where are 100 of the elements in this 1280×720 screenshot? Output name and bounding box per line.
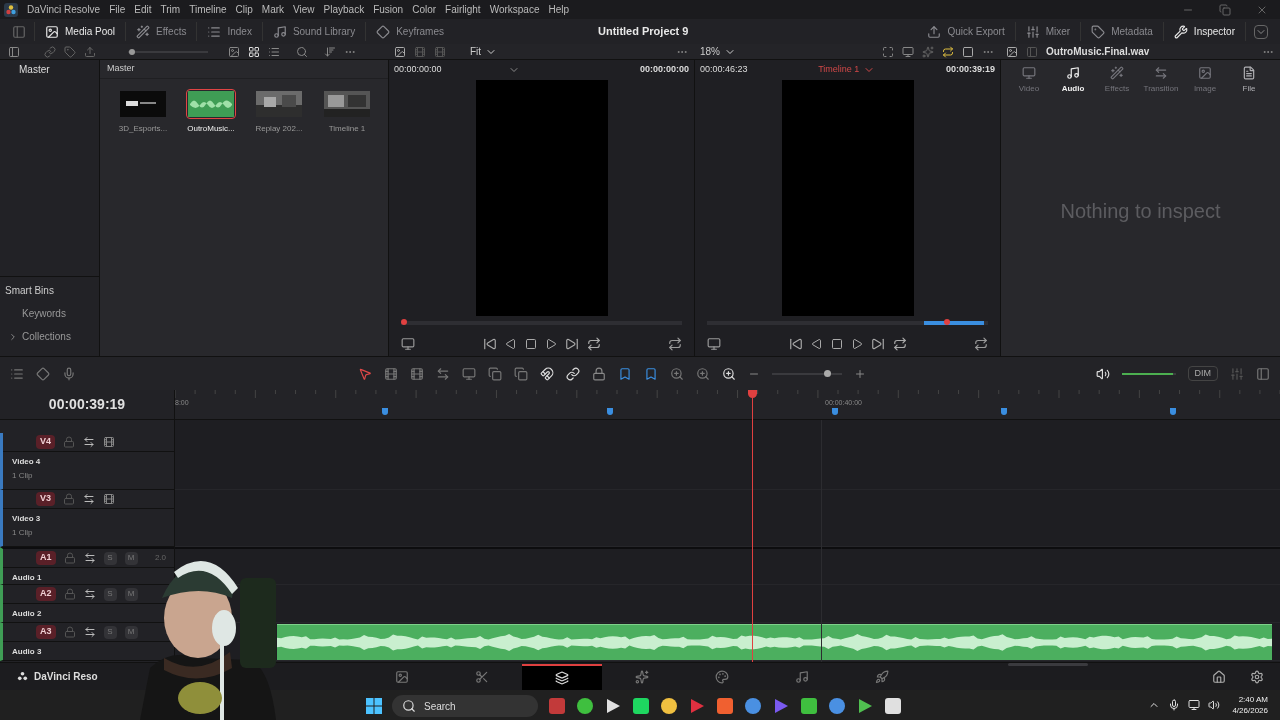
menu-item[interactable]: Fusion bbox=[373, 2, 404, 17]
mic-icon[interactable] bbox=[1168, 699, 1181, 711]
page-tab[interactable] bbox=[522, 663, 602, 690]
skip-back-icon[interactable] bbox=[788, 337, 803, 351]
diamond-icon[interactable] bbox=[36, 366, 50, 381]
taskbar-app-icon[interactable] bbox=[632, 697, 650, 715]
taskbar-app-icon[interactable] bbox=[800, 697, 818, 715]
skip-forward-icon[interactable] bbox=[870, 337, 885, 351]
monitor-icon[interactable] bbox=[401, 337, 415, 351]
panel-icon[interactable] bbox=[1256, 366, 1270, 381]
zoom-dropdown[interactable]: Fit bbox=[470, 44, 498, 59]
panel-icon[interactable] bbox=[8, 45, 20, 58]
dropdown-icon[interactable] bbox=[1254, 24, 1268, 39]
marker-icon[interactable] bbox=[382, 408, 388, 415]
inspector-tab[interactable]: Audio bbox=[1053, 66, 1093, 95]
zoom-dropdown[interactable]: 18% bbox=[700, 44, 736, 59]
media-clip[interactable]: Replay 202... bbox=[255, 89, 303, 135]
playhead[interactable] bbox=[748, 390, 757, 662]
lock-icon[interactable] bbox=[592, 366, 606, 381]
menu-item[interactable]: View bbox=[293, 2, 315, 17]
loop-icon[interactable] bbox=[586, 337, 601, 351]
upload-icon[interactable] bbox=[84, 45, 96, 58]
stop-icon[interactable] bbox=[830, 338, 843, 350]
track-badge[interactable]: V4 bbox=[36, 435, 55, 449]
toolbar-button[interactable]: Sound Library bbox=[261, 22, 366, 41]
menu-item[interactable]: Color bbox=[412, 2, 437, 17]
menu-item[interactable]: Help bbox=[548, 2, 570, 17]
track-badge[interactable]: A2 bbox=[36, 587, 56, 601]
volume-icon[interactable] bbox=[1208, 699, 1221, 711]
home-icon[interactable] bbox=[1212, 669, 1226, 684]
tag-icon[interactable] bbox=[64, 45, 76, 58]
skip-forward-icon[interactable] bbox=[564, 337, 579, 351]
smart-bin-item[interactable]: Keywords bbox=[22, 306, 66, 321]
audio-clip[interactable] bbox=[277, 624, 1272, 660]
link-icon[interactable] bbox=[566, 366, 580, 381]
taskbar-search-field[interactable]: Search bbox=[392, 695, 538, 717]
sort-icon[interactable] bbox=[324, 45, 336, 58]
reverse-play-icon[interactable] bbox=[810, 338, 823, 350]
menu-item[interactable]: Mark bbox=[261, 2, 285, 17]
film-icon[interactable] bbox=[103, 436, 115, 448]
dim-button[interactable]: DIM bbox=[1187, 366, 1218, 381]
magnet-icon[interactable] bbox=[540, 366, 554, 381]
taskbar-app-icon[interactable] bbox=[828, 697, 846, 715]
track-badge[interactable]: A1 bbox=[36, 551, 56, 565]
loop-icon[interactable] bbox=[942, 45, 954, 58]
volume-icon[interactable] bbox=[1095, 366, 1110, 381]
monitor-icon[interactable] bbox=[902, 45, 914, 58]
taskbar-app-icon[interactable] bbox=[716, 697, 734, 715]
bin-list-title[interactable]: Master bbox=[19, 62, 50, 77]
taskbar-app-icon[interactable] bbox=[744, 697, 762, 715]
monitor-icon[interactable] bbox=[707, 337, 721, 351]
slider-thumb[interactable] bbox=[129, 48, 135, 55]
reverse-play-icon[interactable] bbox=[504, 338, 517, 350]
marker-icon[interactable] bbox=[832, 408, 838, 415]
inspector-tab[interactable]: File bbox=[1229, 66, 1269, 95]
square-icon[interactable] bbox=[962, 45, 974, 58]
pointer-icon[interactable] bbox=[358, 366, 372, 381]
grid-view-icon[interactable] bbox=[248, 45, 260, 58]
menu-item[interactable]: Trim bbox=[160, 2, 181, 17]
toolbar-button[interactable]: Index bbox=[196, 22, 262, 41]
taskbar-app-icon[interactable] bbox=[604, 697, 622, 715]
toolbar-button[interactable]: Effects bbox=[125, 22, 197, 41]
menu-item[interactable]: Fairlight bbox=[445, 2, 481, 17]
taskbar-app-icon[interactable] bbox=[660, 697, 678, 715]
marker-icon[interactable] bbox=[1170, 408, 1176, 415]
track-badge[interactable]: V3 bbox=[36, 492, 55, 506]
zoom-icon[interactable] bbox=[722, 366, 736, 381]
stop-icon[interactable] bbox=[524, 338, 537, 350]
taskbar-app-icon[interactable] bbox=[576, 697, 594, 715]
windows-start-icon[interactable] bbox=[366, 698, 382, 714]
marker-icon[interactable] bbox=[1001, 408, 1007, 415]
menu-item[interactable]: File bbox=[109, 2, 126, 17]
media-clip[interactable]: Timeline 1 bbox=[323, 89, 371, 135]
menu-item[interactable]: Timeline bbox=[189, 2, 227, 17]
menu-item[interactable]: Playback bbox=[323, 2, 365, 17]
zoom-slider-thumb[interactable] bbox=[823, 369, 831, 377]
timeline-dropdown[interactable]: Timeline 1 bbox=[818, 62, 876, 77]
frame-icon[interactable] bbox=[882, 45, 894, 58]
marker-icon[interactable] bbox=[644, 366, 658, 381]
panel-toggle-icon[interactable] bbox=[12, 24, 26, 39]
chevron-right-icon[interactable] bbox=[8, 331, 18, 342]
zoom-in-icon[interactable] bbox=[854, 367, 866, 380]
track-badge[interactable]: A3 bbox=[36, 625, 56, 639]
menu-item[interactable]: Workspace bbox=[489, 2, 540, 17]
search-icon[interactable] bbox=[296, 45, 308, 58]
loop-icon[interactable] bbox=[892, 337, 907, 351]
film-icon[interactable] bbox=[103, 493, 115, 505]
marker-icon[interactable] bbox=[607, 408, 613, 415]
play-icon[interactable] bbox=[544, 338, 557, 350]
taskbar-app-icon[interactable] bbox=[856, 697, 874, 715]
smart-bin-item[interactable]: Collections bbox=[22, 329, 71, 344]
toolbar-button[interactable]: Quick Export bbox=[917, 22, 1016, 41]
settings-icon[interactable] bbox=[1250, 669, 1264, 684]
media-clip[interactable]: 3D_Esports... bbox=[119, 89, 167, 135]
taskbar-app-icon[interactable] bbox=[884, 697, 902, 715]
toolbar-button[interactable]: Mixer bbox=[1015, 22, 1082, 41]
toolbar-button[interactable]: Metadata bbox=[1081, 22, 1164, 41]
image-icon[interactable] bbox=[1006, 45, 1018, 58]
toolbar-button[interactable]: Keyframes bbox=[365, 22, 454, 41]
play-icon[interactable] bbox=[850, 338, 863, 350]
